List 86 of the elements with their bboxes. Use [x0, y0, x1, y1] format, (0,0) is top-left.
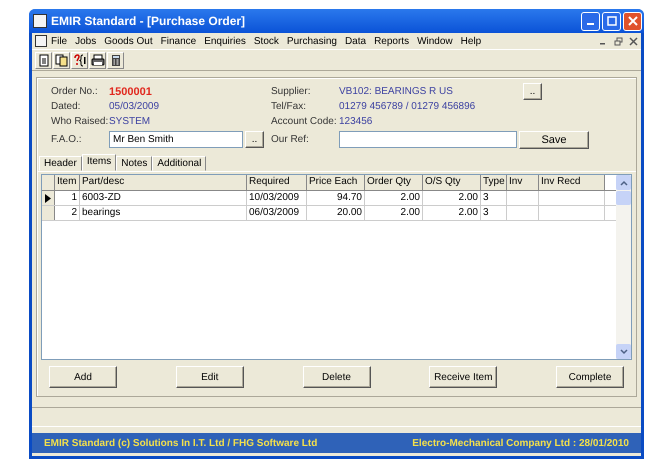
account-code-value: 123456 — [339, 116, 372, 127]
table-cell: 3 — [481, 206, 507, 220]
field-label: Dated: — [51, 101, 82, 112]
lookup-button[interactable]: .. — [523, 83, 542, 100]
window-title: EMIR Standard - [Purchase Order] — [51, 14, 246, 28]
fao-field[interactable]: Mr Ben Smith — [109, 131, 243, 148]
field-label: Supplier: — [271, 86, 312, 97]
column-header[interactable]: Part/desc — [80, 175, 247, 190]
menu-item[interactable]: Purchasing — [282, 36, 341, 46]
close-icon[interactable] — [629, 36, 638, 46]
action-button[interactable]: Receive Item — [429, 366, 498, 388]
menu-item[interactable]: Goods Out — [100, 36, 157, 46]
action-button[interactable]: Add — [49, 366, 117, 388]
menu-item[interactable]: File — [47, 36, 72, 46]
maximize-icon — [606, 16, 616, 26]
action-button[interactable]: Complete — [556, 366, 624, 388]
save-button[interactable]: Save — [519, 130, 589, 148]
reference-field[interactable] — [339, 131, 517, 148]
maximize-button[interactable] — [602, 12, 621, 30]
field-label: Our Ref: — [271, 134, 310, 145]
minimize-button[interactable] — [581, 12, 600, 30]
table-cell: 20.00 — [307, 206, 365, 220]
scroll-thumb[interactable] — [616, 191, 631, 205]
scroll-up-icon[interactable] — [620, 180, 628, 186]
column-header[interactable]: O/S Qty — [423, 175, 481, 190]
table-cell: 2 — [55, 206, 80, 220]
menu-item[interactable]: Window — [413, 36, 457, 46]
document-icon[interactable] — [35, 52, 52, 69]
field-label: Tel/Fax: — [271, 101, 308, 112]
field-label: F.A.O.: — [51, 134, 83, 145]
raised-by-value: SYSTEM — [109, 116, 150, 127]
phone-value: 01279 456789 / 01279 456896 — [339, 101, 476, 112]
menu-item[interactable]: Stock — [250, 36, 283, 46]
action-button[interactable]: Edit — [176, 366, 244, 388]
field-label: Account Code: — [271, 116, 338, 127]
table-cell: 2.00 — [365, 191, 423, 205]
restore-icon[interactable] — [614, 36, 623, 46]
supplier-value: VB102: BEARINGS R US — [339, 86, 454, 97]
column-header[interactable]: Inv — [507, 175, 539, 190]
field-label: Order No.: — [51, 86, 99, 97]
scroll-down-icon[interactable] — [620, 348, 628, 354]
app-logo-icon — [35, 35, 47, 47]
menu-item[interactable]: Help — [456, 36, 486, 46]
close-button[interactable] — [623, 12, 642, 30]
tab[interactable]: Notes — [116, 156, 152, 171]
table-cell: 2.00 — [423, 191, 481, 205]
column-header[interactable]: Item — [55, 175, 80, 190]
documents-icon[interactable] — [53, 52, 70, 69]
column-header[interactable]: Price Each — [307, 175, 365, 190]
help-icon[interactable] — [71, 52, 88, 69]
menu-item[interactable]: Enquiries — [200, 36, 250, 46]
column-header[interactable]: Type — [481, 175, 507, 190]
table-cell: bearings — [80, 206, 247, 220]
menu-item[interactable]: Jobs — [71, 36, 100, 46]
app-logo-icon — [33, 14, 47, 28]
menu-item[interactable]: Data — [340, 36, 370, 46]
calculator-icon[interactable] — [107, 52, 124, 69]
tab[interactable]: Items — [82, 154, 116, 171]
date-value: 05/03/2009 — [109, 101, 160, 112]
table-cell: 2.00 — [365, 206, 423, 220]
column-header[interactable]: Inv Recd — [539, 175, 605, 190]
scrollbar[interactable] — [616, 175, 631, 359]
status-text: EMIR Standard (c) Solutions In I.T. Ltd / FHG Software Ltd — [44, 438, 318, 448]
row-selector[interactable] — [42, 191, 55, 205]
action-button[interactable]: Delete — [302, 366, 370, 388]
table-cell: 3 — [481, 191, 507, 205]
table-cell: 06/03/2009 — [247, 206, 307, 220]
column-header[interactable]: Required — [247, 175, 307, 190]
lookup-button[interactable]: .. — [245, 131, 264, 148]
tab[interactable]: Additional — [152, 156, 206, 171]
column-header[interactable]: Order Qty — [365, 175, 423, 190]
minimize-icon — [587, 23, 594, 25]
table-cell: 6003-ZD — [80, 191, 247, 205]
table-cell: 2.00 — [423, 206, 481, 220]
order-number: 1500001 — [109, 86, 152, 98]
field-label: Who Raised: — [51, 116, 109, 127]
current-row-icon — [45, 194, 51, 202]
close-icon — [628, 16, 638, 26]
tab[interactable]: Header — [39, 156, 82, 171]
menu-item[interactable]: Reports — [370, 36, 414, 46]
table-cell: 94.70 — [307, 191, 365, 205]
table-cell: 1 — [55, 191, 80, 205]
menu-item[interactable]: Finance — [156, 36, 200, 46]
status-text: Electro-Mechanical Company Ltd : 28/01/2010 — [412, 438, 629, 448]
printer-icon[interactable] — [89, 52, 106, 69]
table-cell: 10/03/2009 — [247, 191, 307, 205]
